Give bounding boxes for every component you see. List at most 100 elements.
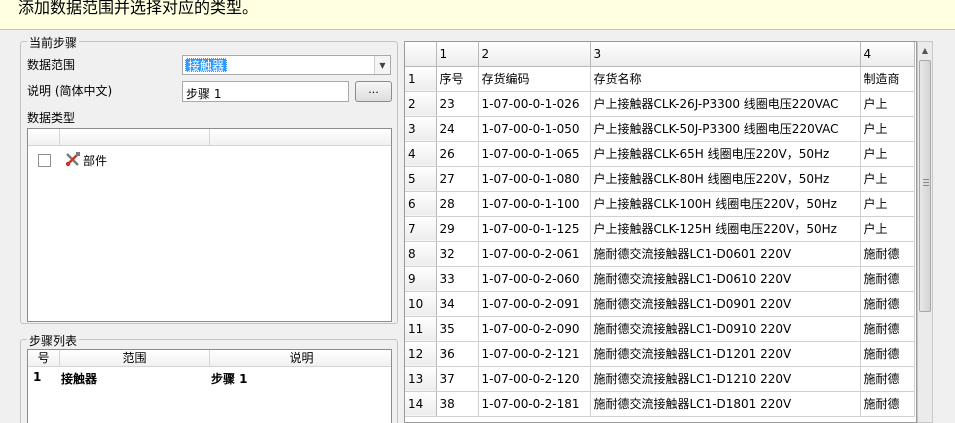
row-header[interactable]: 5: [405, 166, 437, 192]
column-header[interactable]: 4: [860, 42, 915, 67]
cell-col-2[interactable]: 1-07-00-0-2-121: [478, 341, 591, 367]
column-header[interactable]: 2: [478, 42, 591, 67]
cell-col-4[interactable]: 施耐德: [860, 316, 915, 342]
cell-col-2[interactable]: 1-07-00-0-2-091: [478, 291, 591, 317]
cell-col-1[interactable]: 24: [436, 116, 479, 142]
cell-col-3[interactable]: 施耐德交流接触器LC1-D1801 220V: [590, 391, 861, 417]
cell-col-1[interactable]: 36: [436, 341, 479, 367]
cell-col-4[interactable]: 户上: [860, 191, 915, 217]
row-header[interactable]: 6: [405, 191, 437, 217]
cell-col-2[interactable]: 1-07-00-0-1-100: [478, 191, 591, 217]
column-header[interactable]: 3: [590, 42, 861, 67]
table-row[interactable]: 14 38 1-07-00-0-2-181 施耐德交流接触器LC1-D1801 220…: [405, 391, 915, 417]
table-row[interactable]: 3 24 1-07-00-0-1-050 户上接触器CLK-50J-P3300 线圈电…: [405, 116, 915, 142]
step-list-row[interactable]: 1 接触器 步骤 1: [28, 367, 391, 386]
cell-col-2[interactable]: 1-07-00-0-1-080: [478, 166, 591, 192]
cell-col-3[interactable]: 户上接触器CLK-100H 线圈电压220V，50Hz: [590, 191, 861, 217]
cell-col-1[interactable]: 27: [436, 166, 479, 192]
table-row[interactable]: 6 28 1-07-00-0-1-100 户上接触器CLK-100H 线圈电压220V…: [405, 191, 915, 217]
cell-col-2[interactable]: 1-07-00-0-2-120: [478, 366, 591, 392]
table-row[interactable]: 5 27 1-07-00-0-1-080 户上接触器CLK-80H 线圈电压220V，…: [405, 166, 915, 192]
table-row[interactable]: 2 23 1-07-00-0-1-026 户上接触器CLK-26J-P3300 线圈电…: [405, 91, 915, 117]
scroll-up-arrow-icon[interactable]: ▲: [918, 42, 932, 58]
row-header[interactable]: 3: [405, 116, 437, 142]
step-col-range[interactable]: 范围: [60, 350, 210, 367]
data-type-checkbox[interactable]: [38, 154, 51, 167]
row-header[interactable]: 2: [405, 91, 437, 117]
chevron-down-icon[interactable]: ▼: [374, 56, 390, 74]
cell-col-4[interactable]: 施耐德: [860, 291, 915, 317]
row-header[interactable]: 12: [405, 341, 437, 367]
row-header[interactable]: 4: [405, 141, 437, 167]
row-header[interactable]: 8: [405, 241, 437, 267]
cell-col-3[interactable]: 施耐德交流接触器LC1-D0601 220V: [590, 241, 861, 267]
cell-col-1[interactable]: 32: [436, 241, 479, 267]
description-input[interactable]: 步骤 1: [182, 81, 349, 102]
table-row[interactable]: 12 36 1-07-00-0-2-121 施耐德交流接触器LC1-D1201 220…: [405, 341, 915, 367]
table-row[interactable]: 8 32 1-07-00-0-2-061 施耐德交流接触器LC1-D0601 220V…: [405, 241, 915, 267]
cell-col-3[interactable]: 施耐德交流接触器LC1-D0901 220V: [590, 291, 861, 317]
cell-col-3[interactable]: 施耐德交流接触器LC1-D0910 220V: [590, 316, 861, 342]
cell-col-4[interactable]: 户上: [860, 141, 915, 167]
cell-col-3[interactable]: 户上接触器CLK-26J-P3300 线圈电压220VAC: [590, 91, 861, 117]
cell-col-4[interactable]: 户上: [860, 91, 915, 117]
table-row[interactable]: 9 33 1-07-00-0-2-060 施耐德交流接触器LC1-D0610 220V…: [405, 266, 915, 292]
cell-col-1[interactable]: 37: [436, 366, 479, 392]
cell-col-2[interactable]: 1-07-00-0-2-090: [478, 316, 591, 342]
cell-col-1[interactable]: 23: [436, 91, 479, 117]
step-col-number[interactable]: 号: [28, 350, 60, 367]
cell-col-3[interactable]: 户上接触器CLK-50J-P3300 线圈电压220VAC: [590, 116, 861, 142]
cell-col-2[interactable]: 1-07-00-0-1-026: [478, 91, 591, 117]
row-header[interactable]: 1: [405, 66, 437, 92]
cell-col-3[interactable]: 存货名称: [590, 66, 861, 92]
cell-col-1[interactable]: 34: [436, 291, 479, 317]
cell-col-3[interactable]: 户上接触器CLK-65H 线圈电压220V，50Hz: [590, 141, 861, 167]
data-type-col-3[interactable]: [210, 129, 393, 146]
cell-col-3[interactable]: 施耐德交流接触器LC1-D0610 220V: [590, 266, 861, 292]
scrollbar-thumb[interactable]: [919, 60, 931, 312]
cell-col-1[interactable]: 35: [436, 316, 479, 342]
cell-col-2[interactable]: 1-07-00-0-1-065: [478, 141, 591, 167]
cell-col-2[interactable]: 1-07-00-0-1-050: [478, 116, 591, 142]
cell-col-4[interactable]: 施耐德: [860, 266, 915, 292]
row-header[interactable]: 9: [405, 266, 437, 292]
step-col-description[interactable]: 说明: [210, 350, 393, 367]
table-row[interactable]: 10 34 1-07-00-0-2-091 施耐德交流接触器LC1-D0901 220…: [405, 291, 915, 317]
row-header[interactable]: 7: [405, 216, 437, 242]
data-type-col-1[interactable]: [28, 129, 60, 146]
row-header[interactable]: 13: [405, 366, 437, 392]
cell-col-1[interactable]: 26: [436, 141, 479, 167]
column-header[interactable]: 1: [436, 42, 479, 67]
cell-col-3[interactable]: 户上接触器CLK-125H 线圈电压220V，50Hz: [590, 216, 861, 242]
table-row[interactable]: 4 26 1-07-00-0-1-065 户上接触器CLK-65H 线圈电压220V，…: [405, 141, 915, 167]
cell-col-4[interactable]: 施耐德: [860, 366, 915, 392]
table-row[interactable]: 11 35 1-07-00-0-2-090 施耐德交流接触器LC1-D0910 220…: [405, 316, 915, 342]
cell-col-2[interactable]: 1-07-00-0-1-125: [478, 216, 591, 242]
cell-col-4[interactable]: 施耐德: [860, 391, 915, 417]
cell-col-4[interactable]: 户上: [860, 116, 915, 142]
cell-col-4[interactable]: 制造商: [860, 66, 915, 92]
cell-col-2[interactable]: 1-07-00-0-2-060: [478, 266, 591, 292]
data-type-col-2[interactable]: [60, 129, 210, 146]
cell-col-1[interactable]: 38: [436, 391, 479, 417]
cell-col-3[interactable]: 施耐德交流接触器LC1-D1210 220V: [590, 366, 861, 392]
cell-col-3[interactable]: 户上接触器CLK-80H 线圈电压220V，50Hz: [590, 166, 861, 192]
cell-col-1[interactable]: 序号: [436, 66, 479, 92]
row-header[interactable]: 10: [405, 291, 437, 317]
row-header[interactable]: 11: [405, 316, 437, 342]
table-row[interactable]: 13 37 1-07-00-0-2-120 施耐德交流接触器LC1-D1210 220…: [405, 366, 915, 392]
grid-vertical-scrollbar[interactable]: ▲: [917, 41, 933, 423]
cell-col-4[interactable]: 施耐德: [860, 241, 915, 267]
cell-col-2[interactable]: 存货编码: [478, 66, 591, 92]
grid-corner[interactable]: [405, 42, 437, 67]
cell-col-1[interactable]: 33: [436, 266, 479, 292]
data-type-item[interactable]: 部件: [28, 146, 391, 168]
cell-col-2[interactable]: 1-07-00-0-2-061: [478, 241, 591, 267]
table-row[interactable]: 1 序号 存货编码 存货名称 制造商: [405, 66, 915, 92]
cell-col-4[interactable]: 施耐德: [860, 341, 915, 367]
cell-col-4[interactable]: 户上: [860, 216, 915, 242]
cell-col-1[interactable]: 29: [436, 216, 479, 242]
table-row[interactable]: 7 29 1-07-00-0-1-125 户上接触器CLK-125H 线圈电压220V…: [405, 216, 915, 242]
cell-col-4[interactable]: 户上: [860, 166, 915, 192]
cell-col-3[interactable]: 施耐德交流接触器LC1-D1201 220V: [590, 341, 861, 367]
